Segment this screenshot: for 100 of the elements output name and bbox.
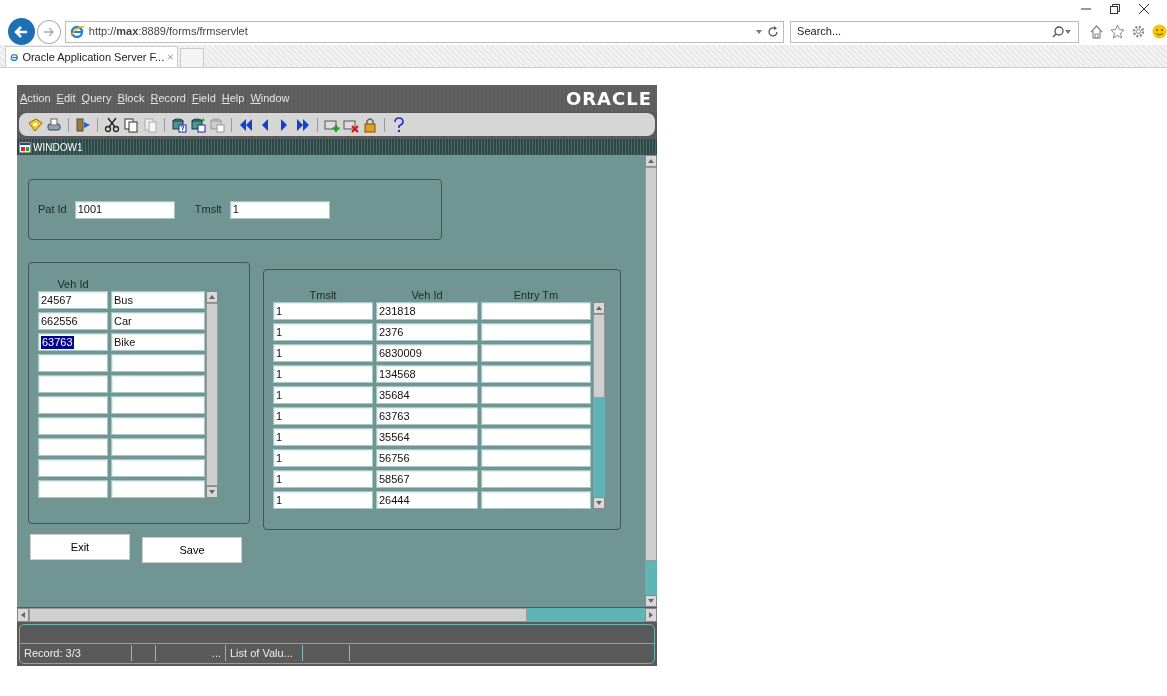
copy-icon[interactable] [123,116,139,133]
star-icon[interactable] [1110,24,1125,39]
input-field[interactable] [111,396,205,415]
input-field[interactable]: 1 [273,407,373,426]
input-field[interactable] [481,386,591,405]
scroll-down-icon[interactable] [209,490,215,495]
input-field[interactable]: 35564 [376,428,478,447]
vertical-scrollbar[interactable] [645,155,657,608]
search-icon[interactable] [1052,25,1064,38]
close-icon[interactable] [1139,4,1149,14]
menu-item[interactable]: Edit [56,90,76,107]
input-field[interactable] [38,438,108,457]
form-button[interactable]: Exit [30,534,130,561]
database-query-icon[interactable] [171,116,187,133]
input-field[interactable]: 1001 [74,200,175,219]
input-field[interactable]: Bike [111,333,205,352]
input-field[interactable]: 26444 [376,491,478,510]
input-field[interactable] [38,396,108,415]
input-field[interactable]: 56756 [376,449,478,468]
menu-item[interactable]: Record [150,90,186,107]
input-field[interactable] [481,428,591,447]
input-field[interactable]: Car [111,312,205,331]
database-query-icon[interactable] [190,116,206,133]
input-field[interactable]: 1 [273,344,373,363]
input-field[interactable]: 1 [273,323,373,342]
scroll-down-icon[interactable] [596,501,602,506]
input-field[interactable] [111,375,205,394]
tab-title: Oracle Application Server F... [22,49,165,65]
lock-icon[interactable] [362,116,378,133]
menu-item[interactable]: Action [20,90,51,107]
refresh-icon[interactable] [767,25,780,38]
input-field[interactable]: 1 [273,470,373,489]
menu-item[interactable]: Help [221,90,245,107]
input-field[interactable] [38,480,108,499]
input-field[interactable]: 35684 [376,386,478,405]
vertical-scrollbar[interactable] [593,302,605,510]
input-field[interactable] [38,375,108,394]
input-field[interactable] [111,438,205,457]
dropdown-icon[interactable] [1064,28,1072,35]
exit-door-icon[interactable] [75,116,91,133]
menu-item[interactable]: Window [250,90,290,107]
input-field[interactable]: 63763 [38,333,108,352]
input-field[interactable] [481,449,591,468]
input-field[interactable]: 231818 [376,302,478,321]
printer-icon[interactable] [46,116,62,133]
menu-item[interactable]: Block [117,90,145,107]
restore-icon[interactable] [1110,4,1120,14]
dropdown-icon[interactable] [755,28,764,35]
scroll-up-icon[interactable] [596,306,602,311]
search-field[interactable]: Search... [790,20,1079,43]
scroll-up-icon[interactable] [648,159,654,164]
input-field[interactable] [481,344,591,363]
input-field[interactable] [481,407,591,426]
help-icon[interactable] [391,116,407,133]
smiley-icon[interactable] [1152,24,1167,39]
scroll-down-icon[interactable] [648,599,654,604]
form-button[interactable]: Save [142,537,242,564]
menu-item[interactable]: Field [191,90,216,107]
scroll-left-icon[interactable] [21,612,25,618]
input-field[interactable]: 1 [273,428,373,447]
input-field[interactable] [111,480,205,499]
input-field[interactable]: 1 [273,449,373,468]
input-field[interactable] [481,491,591,510]
input-field[interactable]: 6830009 [376,344,478,363]
input-field[interactable]: 1 [273,491,373,510]
input-field[interactable]: 662556 [38,312,108,331]
address-field[interactable]: http://max:8889/forms/frmservlet [64,20,785,43]
forward-button[interactable] [36,19,61,44]
input-field[interactable] [481,365,591,384]
input-field[interactable] [111,354,205,373]
input-field[interactable]: 1 [273,302,373,321]
input-field[interactable] [481,470,591,489]
scroll-right-icon[interactable] [649,612,653,618]
input-field[interactable]: 58567 [376,470,478,489]
input-field[interactable]: 134568 [376,365,478,384]
input-field[interactable]: 1 [273,386,373,405]
column-header: Veh Id [56,277,90,292]
scroll-up-icon[interactable] [209,295,215,300]
input-field[interactable]: Bus [111,291,205,310]
input-field[interactable]: 1 [229,200,330,219]
horizontal-scrollbar[interactable] [17,608,657,622]
browser-tab[interactable]: Oracle Application Server F... [5,46,178,67]
settings-icon[interactable] [1131,24,1146,39]
input-field[interactable] [38,354,108,373]
input-field[interactable] [111,459,205,478]
input-field[interactable] [38,459,108,478]
input-field[interactable] [38,417,108,436]
last-record-icon[interactable] [295,116,311,133]
vertical-scrollbar[interactable] [206,291,218,499]
scissors-icon[interactable] [104,116,120,133]
input-field[interactable] [481,302,591,321]
home-icon[interactable] [1089,24,1104,39]
input-field[interactable]: 2376 [376,323,478,342]
back-button[interactable] [8,18,35,45]
input-field[interactable]: 1 [273,365,373,384]
input-field[interactable] [111,417,205,436]
menu-item[interactable]: Query [81,90,112,107]
input-field[interactable] [481,323,591,342]
input-field[interactable]: 63763 [376,407,478,426]
input-field[interactable]: 24567 [38,291,108,310]
